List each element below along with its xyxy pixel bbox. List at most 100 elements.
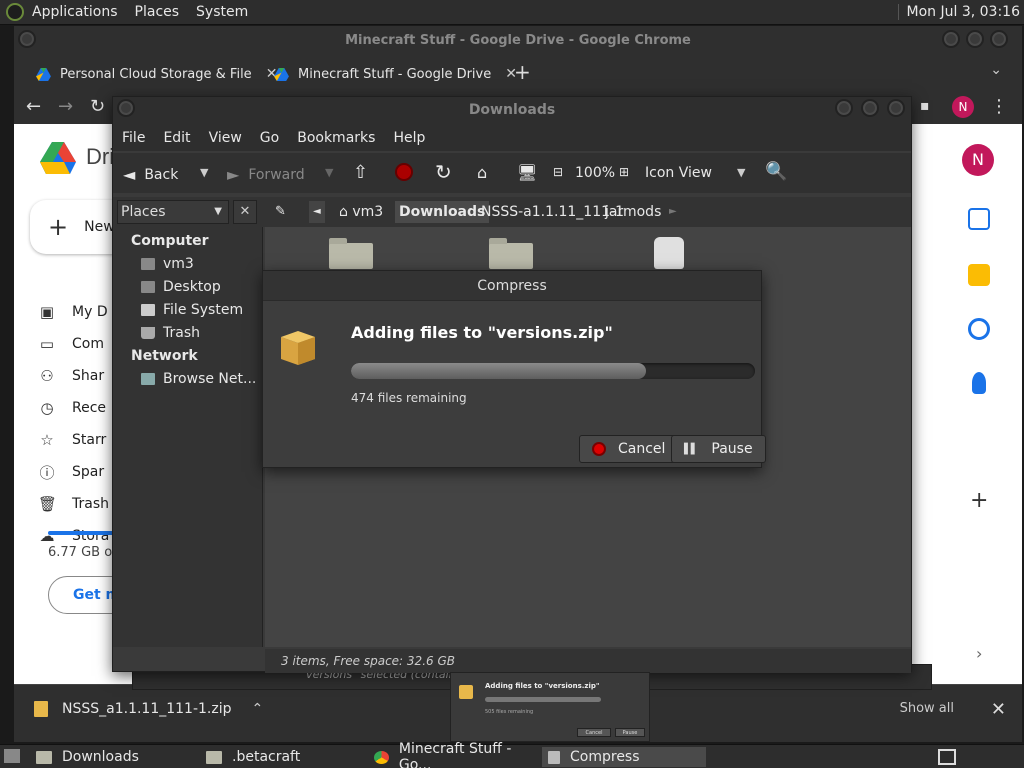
minimize-button[interactable] <box>942 30 960 48</box>
jar-file-icon[interactable] <box>654 237 684 269</box>
pause-button[interactable]: ▌▌ Pause <box>671 435 766 463</box>
sidebar-mode-select[interactable]: Places ▼ <box>117 200 229 224</box>
show-desktop-icon[interactable] <box>4 749 20 763</box>
cancel-button[interactable]: Cancel <box>579 435 679 463</box>
chevron-down-icon: ▼ <box>214 206 222 217</box>
distro-logo-icon[interactable] <box>6 3 24 21</box>
chevron-right-icon[interactable]: › <box>976 644 982 663</box>
stop-icon[interactable] <box>395 163 413 181</box>
close-window-button[interactable] <box>887 99 905 117</box>
maximize-button[interactable] <box>861 99 879 117</box>
sidebar-item-file-system[interactable]: File System <box>141 302 243 318</box>
menu-go[interactable]: Go <box>260 130 279 146</box>
search-icon[interactable]: 🔍 <box>765 161 787 182</box>
close-sidebar-icon[interactable]: ✕ <box>233 200 257 224</box>
forward-arrow-icon[interactable]: → <box>58 96 73 117</box>
kebab-menu-icon[interactable]: ⋮ <box>990 96 1008 117</box>
menu-applications[interactable]: Applications <box>32 4 118 20</box>
forward-history-dropdown[interactable]: ▼ <box>325 166 333 179</box>
forward-button[interactable]: ► Forward <box>227 165 305 184</box>
menu-view[interactable]: View <box>209 130 242 146</box>
extension-icon[interactable]: ▪ <box>920 98 930 114</box>
task-label: Compress <box>570 749 640 765</box>
close-window-button[interactable] <box>990 30 1008 48</box>
home-folder-icon[interactable]: ⌂ <box>477 163 487 182</box>
get-addons-icon[interactable]: + <box>970 488 988 513</box>
show-all-button[interactable]: Show all <box>900 701 954 716</box>
reload-icon[interactable]: ↻ <box>435 160 452 184</box>
tasks-icon[interactable] <box>968 318 990 340</box>
sidebar-item-vm3[interactable]: vm3 <box>141 256 194 272</box>
google-drive-icon <box>36 67 51 81</box>
window-menu-button[interactable] <box>117 99 135 117</box>
clock[interactable]: Mon Jul 3, 03:16 <box>897 4 1020 20</box>
chevron-up-icon[interactable]: ⌃ <box>252 701 264 717</box>
file-manager-title: Downloads <box>113 97 911 125</box>
maximize-button[interactable] <box>966 30 984 48</box>
view-mode-dropdown[interactable]: ▼ <box>737 166 745 179</box>
path-left-arrow-icon[interactable]: ◄ <box>309 201 325 223</box>
nav-starred[interactable]: ☆ Starr <box>38 426 106 454</box>
taskbar-item-downloads[interactable]: Downloads <box>36 747 196 767</box>
tab-personal-cloud[interactable]: Personal Cloud Storage & File ✕ <box>36 60 277 88</box>
up-arrow-icon[interactable]: ⇧ <box>353 162 368 183</box>
back-history-dropdown[interactable]: ▼ <box>200 166 208 179</box>
edit-location-icon[interactable]: ✎ <box>271 201 290 223</box>
zoom-out-icon[interactable]: ⊟ <box>553 165 563 179</box>
reload-icon[interactable]: ↻ <box>90 96 105 117</box>
nav-computers[interactable]: ▭ Com <box>38 330 104 358</box>
menu-edit[interactable]: Edit <box>163 130 190 146</box>
folder-icon[interactable] <box>329 238 373 269</box>
cancel-label: Cancel <box>618 441 666 457</box>
taskbar-item-compress[interactable]: Compress <box>542 747 706 767</box>
taskbar-item-chrome[interactable]: Minecraft Stuff - Go... <box>374 741 538 768</box>
keep-icon[interactable] <box>968 264 990 286</box>
nav-shared[interactable]: ⚇ Shar <box>38 362 104 390</box>
back-button[interactable]: ◄ Back <box>123 165 178 184</box>
pause-label: Pause <box>711 441 753 457</box>
crumb-downloads[interactable]: Downloads <box>395 201 490 223</box>
window-preview-thumbnail[interactable]: Adding files to "versions.zip" 505 files… <box>450 672 650 742</box>
desktop-folder-icon <box>141 281 155 293</box>
menu-places[interactable]: Places <box>135 4 180 20</box>
nav-recent[interactable]: ◷ Rece <box>38 394 106 422</box>
folder-icon[interactable] <box>489 238 533 269</box>
sidebar-item-label: Desktop <box>163 279 221 295</box>
places-label: Places <box>121 204 166 220</box>
sidebar-item-desktop[interactable]: Desktop <box>141 279 221 295</box>
places-sidebar: Computer vm3 Desktop File System Trash N… <box>113 227 263 647</box>
computer-icon[interactable]: 🖥 <box>517 163 537 182</box>
tab-minecraft-stuff[interactable]: Minecraft Stuff - Google Drive ✕ <box>274 60 517 88</box>
menu-file[interactable]: File <box>122 130 145 146</box>
crumb-vm3[interactable]: ⌂ vm3 <box>335 201 387 223</box>
minimize-button[interactable] <box>835 99 853 117</box>
workspace-switcher-icon[interactable] <box>938 749 956 765</box>
sidebar-item-trash[interactable]: Trash <box>141 325 200 341</box>
view-mode-select[interactable]: Icon View <box>645 165 712 181</box>
cloud-icon: ☁ <box>39 527 55 545</box>
profile-avatar[interactable]: N <box>952 96 974 118</box>
tab-search-icon[interactable]: ⌄ <box>990 62 1002 78</box>
calendar-icon[interactable] <box>968 208 990 230</box>
contacts-icon[interactable] <box>972 372 986 394</box>
new-tab-icon[interactable]: + <box>514 60 531 84</box>
nav-my-drive[interactable]: ▣ My D <box>38 298 108 326</box>
sidebar-item-browse-network[interactable]: Browse Net... <box>141 371 256 387</box>
back-arrow-icon[interactable]: ← <box>26 96 41 117</box>
zoom-in-icon[interactable]: ⊞ <box>619 165 629 179</box>
nav-trash[interactable]: 🗑 Trash <box>38 490 109 518</box>
nav-spam[interactable]: ⓘ Spar <box>38 458 104 486</box>
zoom-level[interactable]: 100% <box>575 165 615 181</box>
crumb-jarmods[interactable]: jarmods <box>601 201 665 223</box>
sidebar-item-label: File System <box>163 302 244 318</box>
path-right-arrow-icon[interactable]: ► <box>665 201 681 223</box>
close-shelf-icon[interactable]: ✕ <box>991 699 1006 720</box>
side-panel-rail: N + › <box>940 124 1022 684</box>
download-item[interactable]: NSSS_a1.1.11_111-1.zip ⌃ <box>34 701 263 717</box>
taskbar-item-betacraft[interactable]: .betacraft <box>206 747 366 767</box>
window-menu-button[interactable] <box>18 30 36 48</box>
menu-bookmarks[interactable]: Bookmarks <box>297 130 375 146</box>
account-avatar[interactable]: N <box>962 144 994 176</box>
menu-system[interactable]: System <box>196 4 248 20</box>
menu-help[interactable]: Help <box>393 130 425 146</box>
